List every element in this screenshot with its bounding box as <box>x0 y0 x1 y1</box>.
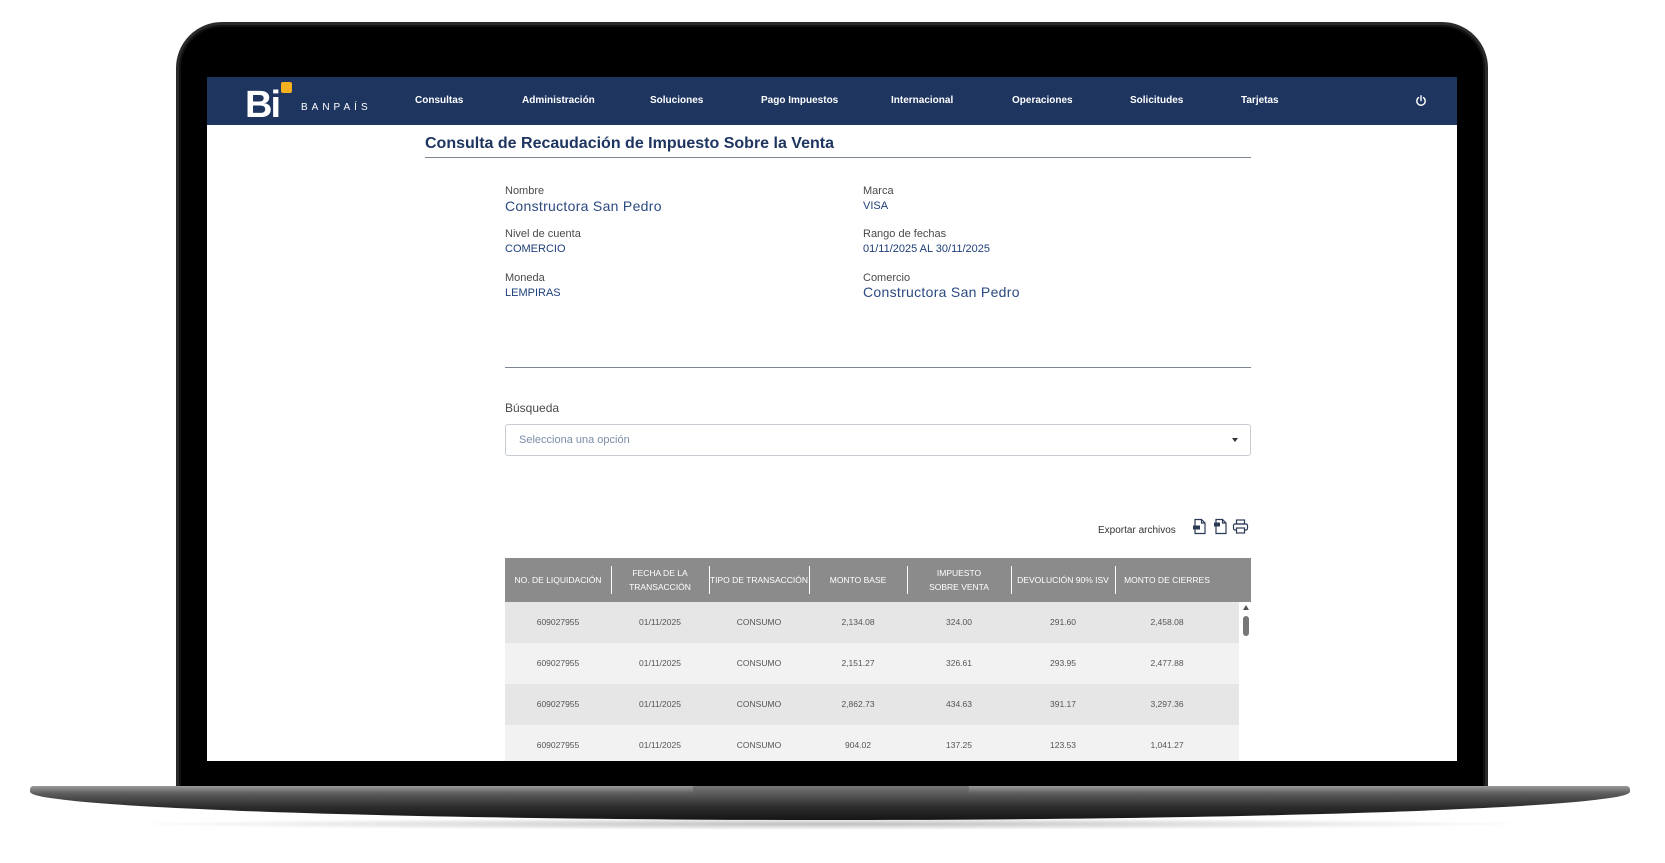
cell-devolucion: 391.17 <box>1050 699 1076 709</box>
logo-accent-square <box>281 82 292 93</box>
power-icon[interactable] <box>1415 95 1427 107</box>
page-title: Consulta de Recaudación de Impuesto Sobr… <box>425 135 834 152</box>
marca-label: Marca <box>863 185 894 197</box>
marca-value: VISA <box>863 200 889 212</box>
scroll-up-arrow-icon[interactable] <box>1243 605 1249 610</box>
nombre-label: Nombre <box>505 185 545 197</box>
busqueda-select[interactable]: Selecciona una opción <box>505 424 1251 456</box>
cell-devolucion: 291.60 <box>1050 617 1076 627</box>
cell-fecha: 01/11/2025 <box>639 658 681 668</box>
logo-mark: Bi <box>245 84 281 126</box>
banpais-logo[interactable]: Bi BANPAÍS <box>245 81 375 126</box>
header-tipo-transaccion[interactable]: TIPO DE TRANSACCIÓN <box>709 558 809 602</box>
cell-monto-base: 2,151.27 <box>841 658 875 668</box>
cell-fecha: 01/11/2025 <box>639 740 681 750</box>
pdf-file-icon[interactable] <box>1191 518 1208 535</box>
nivel-cuenta-label: Nivel de cuenta <box>505 228 581 240</box>
laptop-shadow <box>120 818 1540 830</box>
header-devolucion-isv[interactable]: DEVOLUCIÓN 90% ISV <box>1011 558 1115 602</box>
cell-tipo: CONSUMO <box>736 699 782 709</box>
nav-item-soluciones[interactable]: Soluciones <box>650 77 703 125</box>
comercio-value: Constructora San Pedro <box>863 284 1020 300</box>
cell-devolucion: 123.53 <box>1050 740 1076 750</box>
cell-no-liquidacion: 609027955 <box>536 617 580 627</box>
cell-impuesto: 324.00 <box>946 617 972 627</box>
excel-file-icon[interactable] <box>1212 518 1229 535</box>
nav-item-consultas[interactable]: Consultas <box>415 77 463 125</box>
cell-no-liquidacion: 609027955 <box>536 658 580 668</box>
header-monto-base[interactable]: MONTO BASE <box>809 558 907 602</box>
section-divider <box>505 367 1251 368</box>
nivel-cuenta-value: COMERCIO <box>505 243 566 255</box>
nav-item-internacional[interactable]: Internacional <box>891 77 953 125</box>
cell-tipo: CONSUMO <box>736 658 782 668</box>
table-header: NO. DE LIQUIDACIÓN FECHA DE LA TRANSACCI… <box>505 558 1251 602</box>
moneda-label: Moneda <box>505 272 545 284</box>
cell-tipo: CONSUMO <box>736 740 782 750</box>
table-row[interactable]: 609027955 01/11/2025 CONSUMO 2,134.08 32… <box>505 602 1239 643</box>
title-divider <box>425 157 1251 158</box>
table-row[interactable]: 609027955 01/11/2025 CONSUMO 2,151.27 32… <box>505 643 1239 684</box>
laptop-notch <box>693 786 969 800</box>
nav-item-tarjetas[interactable]: Tarjetas <box>1241 77 1279 125</box>
laptop-mockup: Bi BANPAÍS Consultas Administración Solu… <box>0 0 1665 863</box>
nav-item-operaciones[interactable]: Operaciones <box>1012 77 1073 125</box>
rango-fechas-label: Rango de fechas <box>863 228 947 240</box>
cell-monto-base: 2,862.73 <box>841 699 875 709</box>
cell-no-liquidacion: 609027955 <box>536 740 580 750</box>
moneda-value: LEMPIRAS <box>505 287 561 299</box>
cell-monto-cierres: 3,297.36 <box>1150 699 1184 709</box>
cell-impuesto: 326.61 <box>946 658 972 668</box>
comercio-label: Comercio <box>863 272 911 284</box>
nombre-value: Constructora San Pedro <box>505 198 662 214</box>
cell-monto-base: 2,134.08 <box>841 617 875 627</box>
nav-item-pago-impuestos[interactable]: Pago Impuestos <box>761 77 838 125</box>
cell-devolucion: 293.95 <box>1050 658 1076 668</box>
cell-fecha: 01/11/2025 <box>639 617 681 627</box>
busqueda-label: Búsqueda <box>505 401 560 415</box>
table-row[interactable]: 609027955 01/11/2025 CONSUMO 904.02 137.… <box>505 725 1239 761</box>
header-impuesto-venta[interactable]: IMPUESTO SOBRE VENTA <box>907 558 1011 602</box>
cell-monto-cierres: 2,458.08 <box>1150 617 1184 627</box>
nav-item-administracion[interactable]: Administración <box>522 77 595 125</box>
top-navbar: Bi BANPAÍS Consultas Administración Solu… <box>207 77 1457 125</box>
cell-fecha: 01/11/2025 <box>639 699 681 709</box>
cell-monto-base: 904.02 <box>845 740 871 750</box>
scrollbar-thumb[interactable] <box>1243 616 1249 636</box>
cell-impuesto: 137.25 <box>946 740 972 750</box>
cell-monto-cierres: 1,041.27 <box>1150 740 1184 750</box>
cell-impuesto: 434.63 <box>946 699 972 709</box>
busqueda-placeholder: Selecciona una opción <box>519 434 630 446</box>
header-fecha-transaccion[interactable]: FECHA DE LA TRANSACCIÓN <box>611 558 709 602</box>
print-icon[interactable] <box>1232 518 1249 535</box>
chevron-down-icon <box>1232 438 1238 442</box>
table-row[interactable]: 609027955 01/11/2025 CONSUMO 2,862.73 43… <box>505 684 1239 725</box>
table-body: 609027955 01/11/2025 CONSUMO 2,134.08 32… <box>505 602 1239 761</box>
cell-no-liquidacion: 609027955 <box>536 699 580 709</box>
rango-fechas-value: 01/11/2025 AL 30/11/2025 <box>863 243 991 255</box>
header-monto-cierres[interactable]: MONTO DE CIERRES <box>1115 558 1219 602</box>
logo-text: BANPAÍS <box>301 102 372 113</box>
nav-item-solicitudes[interactable]: Solicitudes <box>1130 77 1183 125</box>
export-label: Exportar archivos <box>1098 525 1176 536</box>
cell-monto-cierres: 2,477.88 <box>1150 658 1184 668</box>
app-screen: Bi BANPAÍS Consultas Administración Solu… <box>207 77 1457 761</box>
cell-tipo: CONSUMO <box>736 617 782 627</box>
header-no-liquidacion[interactable]: NO. DE LIQUIDACIÓN <box>505 558 611 602</box>
